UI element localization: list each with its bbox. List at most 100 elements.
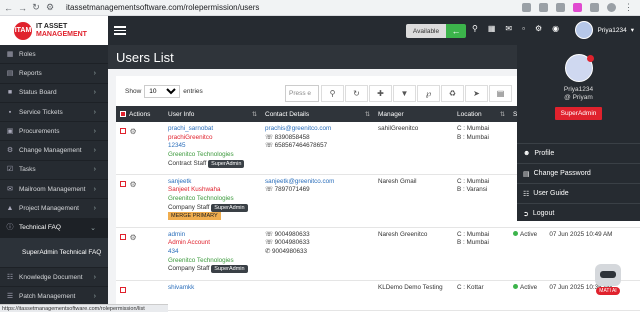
sidebar-item-status-board[interactable]: ■ Status Board › xyxy=(0,84,108,103)
user-name-link[interactable]: sanjeetk xyxy=(168,178,257,187)
back-icon[interactable]: ← xyxy=(4,3,13,13)
settings-icon[interactable]: ⚙ xyxy=(535,24,542,33)
hamburger-icon[interactable] xyxy=(114,26,126,35)
sidebar-item-label: Mailroom Management xyxy=(19,185,86,193)
sidebar-item-project-management[interactable]: ▲ Project Management › xyxy=(0,199,108,219)
reports-icon: ▤ xyxy=(6,69,14,77)
phone: 9004980633 xyxy=(274,239,310,247)
availability-status[interactable]: Available xyxy=(406,24,446,38)
top-bar: Available ← ⚲ ▦ ✉ ▫ ⚙ ◉ Priya1234 ▾ xyxy=(108,16,640,45)
logo-badge: ITAM xyxy=(14,21,32,40)
select-all-checkbox[interactable] xyxy=(120,110,126,117)
location-cell: C : Mumbai B : Mumbai xyxy=(453,122,509,175)
dropdown-item-logout[interactable]: ➲ Logout xyxy=(517,203,640,223)
message-icon[interactable]: ✉ xyxy=(505,24,512,33)
address-bar[interactable]: itassetmanagementsoftware.com/rolepermis… xyxy=(66,3,516,12)
sidebar-subitem-superadmin-faq[interactable]: SuperAdmin Technical FAQ xyxy=(0,237,108,268)
search-icon[interactable]: ⚲ xyxy=(472,24,478,33)
header-user-info[interactable]: User Info ⇅ xyxy=(164,106,261,122)
sidebar-item-service-tickets[interactable]: ▪ Service Tickets › xyxy=(0,103,108,123)
extension-icon[interactable] xyxy=(573,3,582,12)
row-checkbox[interactable] xyxy=(120,180,126,187)
sidebar-item-label: Project Management xyxy=(19,205,79,213)
browser-toolbar: ← → ↻ ⚙ itassetmanagementsoftware.com/ro… xyxy=(0,0,640,16)
role-button[interactable]: SuperAdmin xyxy=(554,107,603,120)
recycle-icon[interactable]: ♻ xyxy=(441,85,464,102)
add-icon[interactable]: ✚ xyxy=(369,85,392,102)
sidebar-item-tasks[interactable]: ☑ Tasks › xyxy=(0,161,108,181)
logo[interactable]: ITAM IT ASSET MANAGEMENT xyxy=(0,16,108,45)
gear-icon[interactable]: ⚙ xyxy=(130,127,137,136)
contact-cell: prachis@greenitco.com ☏ 8390858458 ☏ 658… xyxy=(261,122,374,175)
user-name-link[interactable]: shivamkk xyxy=(168,284,257,293)
user-org: Greenitco Technologies xyxy=(168,256,234,264)
entries-select[interactable]: 10 xyxy=(144,84,181,98)
forward-icon[interactable]: → xyxy=(18,3,27,13)
dropdown-item-profile[interactable]: ☻ Profile xyxy=(517,143,640,163)
user-id: 12345 xyxy=(168,142,186,150)
extension-icon[interactable] xyxy=(590,3,599,12)
refresh-icon[interactable]: ↻ xyxy=(345,85,368,102)
sort-icon[interactable]: ⇅ xyxy=(500,111,505,118)
entries-label: entries xyxy=(183,87,203,95)
send-icon[interactable]: ➤ xyxy=(465,85,488,102)
dropdown-item-change-password[interactable]: ▤ Change Password xyxy=(517,163,640,183)
profile-icon[interactable] xyxy=(607,3,616,12)
extension-icon[interactable] xyxy=(539,3,548,12)
row-checkbox[interactable] xyxy=(120,128,126,134)
dropdown-item-user-guide[interactable]: ☷ User Guide xyxy=(517,183,640,203)
role-badge: SuperAdmin xyxy=(211,265,248,274)
contact-cell: sanjeetk@greenitco.com ☏ 7897071469 xyxy=(261,174,374,228)
gear-icon[interactable]: ⚙ xyxy=(130,180,137,189)
sidebar-item-label: Reports xyxy=(19,69,42,77)
sidebar-item-mailroom[interactable]: ✉ Mailroom Management › xyxy=(0,180,108,200)
bookmark-icon[interactable] xyxy=(556,3,565,12)
dropdown-handle: @ Priyam xyxy=(564,94,593,101)
row-checkbox[interactable] xyxy=(120,233,126,240)
header-contact[interactable]: Contact Details ⇅ xyxy=(261,106,374,122)
export-icon[interactable]: ▤ xyxy=(489,85,512,102)
logout-icon: ➲ xyxy=(523,210,529,218)
mati-ai-assistant[interactable]: MATI AI xyxy=(588,264,628,300)
grid-icon[interactable]: ▦ xyxy=(488,24,496,33)
sidebar-item-knowledge-document[interactable]: ☷ Knowledge Document › xyxy=(0,268,108,288)
phone: 7897071469 xyxy=(274,186,310,194)
chevron-right-icon: › xyxy=(93,147,96,155)
reload-icon[interactable]: ↻ xyxy=(32,2,40,13)
merge-primary-badge: MERGE PRIMARY xyxy=(168,212,221,221)
mail-icon[interactable]: ▫ xyxy=(522,24,525,33)
user-name-link[interactable]: prachi_sarnobat xyxy=(168,125,257,134)
gear-icon[interactable]: ⚙ xyxy=(130,233,137,242)
sidebar-item-change-management[interactable]: ⚙ Change Management › xyxy=(0,141,108,161)
sidebar-item-reports[interactable]: ▤ Reports › xyxy=(0,64,108,84)
email-link[interactable]: sanjeetk@greenitco.com xyxy=(265,178,370,187)
site-info-icon[interactable]: ⚙ xyxy=(46,2,54,13)
extension-icon[interactable] xyxy=(522,3,531,12)
chevron-right-icon: › xyxy=(93,292,96,300)
filter-icon[interactable]: ▼ xyxy=(393,85,416,102)
logo-text: IT ASSET MANAGEMENT xyxy=(36,23,87,39)
sort-icon[interactable]: ⇅ xyxy=(252,111,257,118)
search-icon[interactable]: ⚲ xyxy=(321,85,344,102)
merge-icon[interactable]: ℘ xyxy=(417,85,440,102)
notification-icon[interactable]: ◉ xyxy=(552,24,559,33)
search-input[interactable]: Press e xyxy=(285,85,319,102)
roles-icon: ▦ xyxy=(6,50,14,58)
header-location[interactable]: Location ⇅ xyxy=(453,106,509,122)
user-name-link[interactable]: admin xyxy=(168,231,257,240)
user-menu[interactable]: Priya1234 ▾ xyxy=(575,21,634,39)
sidebar-item-procurements[interactable]: ▣ Procurements › xyxy=(0,122,108,142)
sidebar-item-label: Patch Management xyxy=(19,292,76,300)
sidebar-item-roles[interactable]: ▦ Roles xyxy=(0,45,108,65)
avatar xyxy=(564,54,594,82)
avatar[interactable] xyxy=(575,21,594,39)
header-manager[interactable]: Manager xyxy=(374,106,453,122)
chevron-right-icon: › xyxy=(93,205,96,213)
row-checkbox[interactable] xyxy=(120,286,126,293)
email-link[interactable]: prachis@greenitco.com xyxy=(265,125,370,134)
sort-icon[interactable]: ⇅ xyxy=(365,111,370,118)
sidebar-item-technical-faq[interactable]: ⓘ Technical FAQ ⌄ xyxy=(0,218,108,238)
menu-icon[interactable]: ⋮ xyxy=(624,2,633,13)
availability-toggle-arrow-icon[interactable]: ← xyxy=(446,24,466,38)
status-board-icon: ■ xyxy=(7,89,13,97)
